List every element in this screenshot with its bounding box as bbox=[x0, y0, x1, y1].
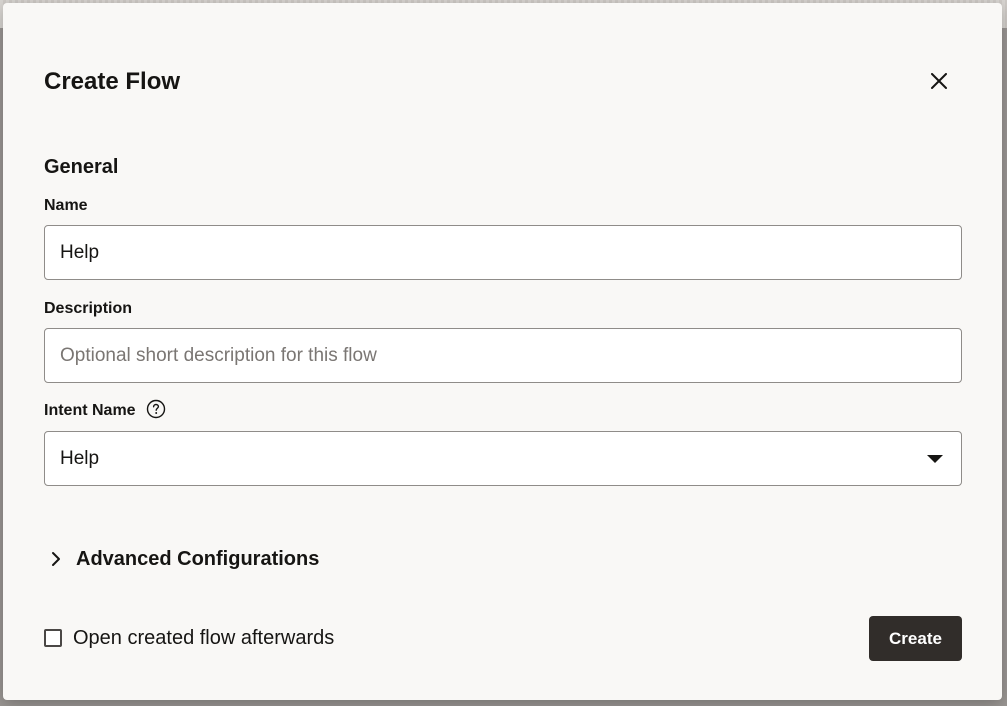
close-icon bbox=[931, 73, 947, 89]
open-flow-checkbox-label: Open created flow afterwards bbox=[73, 627, 335, 649]
intent-name-select[interactable]: Help bbox=[44, 431, 962, 486]
dialog-title: Create Flow bbox=[44, 68, 181, 95]
description-input[interactable] bbox=[44, 328, 962, 383]
description-label: Description bbox=[44, 300, 133, 317]
section-title-general: General bbox=[44, 156, 119, 178]
caret-down-icon bbox=[927, 454, 943, 463]
intent-name-label-row: Intent Name bbox=[44, 399, 166, 421]
create-flow-dialog: Create Flow General Name Description Int… bbox=[3, 3, 1002, 700]
name-input[interactable] bbox=[44, 225, 962, 280]
create-button[interactable]: Create bbox=[869, 616, 962, 661]
open-flow-checkbox-row[interactable]: Open created flow afterwards bbox=[44, 625, 334, 651]
intent-name-selected-value: Help bbox=[60, 447, 100, 469]
name-label: Name bbox=[44, 197, 88, 214]
close-button[interactable] bbox=[923, 65, 955, 97]
advanced-configurations-toggle[interactable]: Advanced Configurations bbox=[44, 546, 319, 572]
advanced-configurations-label: Advanced Configurations bbox=[76, 548, 320, 570]
intent-name-label: Intent Name bbox=[44, 402, 136, 420]
chevron-right-icon bbox=[44, 547, 68, 571]
help-circle-icon[interactable] bbox=[146, 399, 166, 419]
open-flow-checkbox[interactable] bbox=[44, 629, 62, 647]
